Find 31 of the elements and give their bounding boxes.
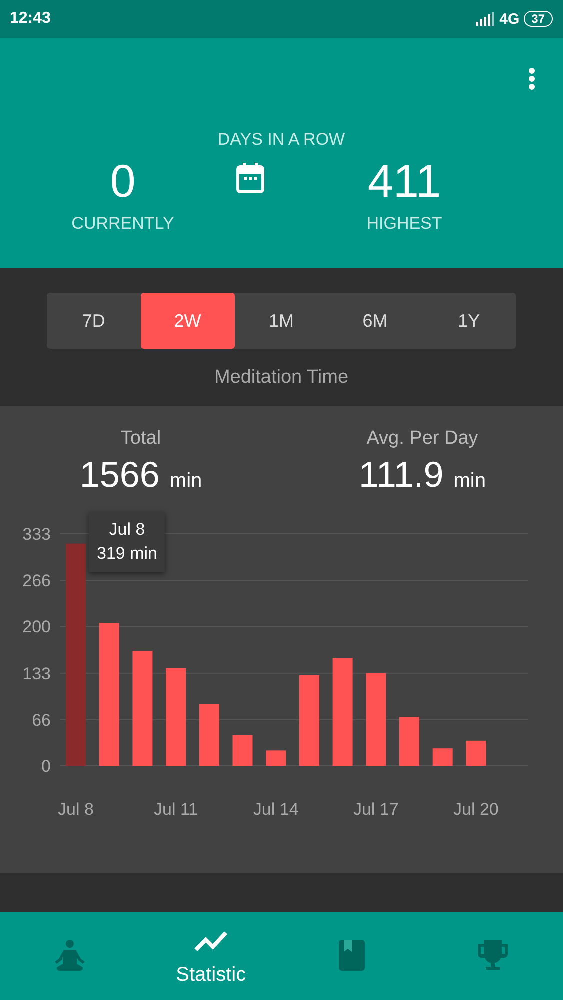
- x-tick-label: Jul 14: [253, 800, 299, 819]
- streak-title: DAYS IN A ROW: [218, 130, 346, 150]
- range-tab[interactable]: 1Y: [422, 293, 516, 349]
- y-tick-label: 200: [22, 618, 51, 637]
- x-tick-label: Jul 11: [154, 800, 198, 819]
- summary-label: Avg. Per Day: [366, 428, 478, 450]
- range-tab[interactable]: 6M: [328, 293, 422, 349]
- network-type: 4G: [500, 10, 520, 28]
- y-tick-label: 266: [22, 572, 51, 591]
- y-tick-label: 333: [22, 525, 51, 544]
- current-streak: 0: [110, 156, 136, 206]
- nav-label: Statistic: [176, 964, 246, 986]
- highest-streak: 411: [368, 156, 442, 206]
- y-tick-label: 133: [22, 664, 51, 684]
- section-title: Meditation Time: [213, 367, 350, 390]
- nav-item[interactable]: Statistic: [140, 912, 282, 1000]
- x-tick-label: Jul 17: [353, 800, 399, 819]
- y-tick-label: 66: [32, 711, 51, 730]
- clock: 12:43: [10, 10, 51, 28]
- range-tab[interactable]: 1M: [234, 293, 328, 349]
- x-tick-label: Jul 20: [454, 800, 499, 819]
- range-tab[interactable]: 7D: [47, 293, 141, 349]
- summary-label: Total: [120, 428, 162, 450]
- summary-value: 111.9 min: [359, 454, 486, 496]
- x-tick-label: Jul 8: [58, 800, 94, 819]
- summary-value: 1566 min: [80, 454, 202, 496]
- chart-tooltip: Jul 8 319 min: [89, 512, 166, 572]
- battery-level: 37: [524, 11, 553, 27]
- y-tick-label: 0: [42, 757, 51, 776]
- highest-label: HIGHEST: [366, 214, 442, 234]
- current-label: CURRENTLY: [72, 214, 174, 234]
